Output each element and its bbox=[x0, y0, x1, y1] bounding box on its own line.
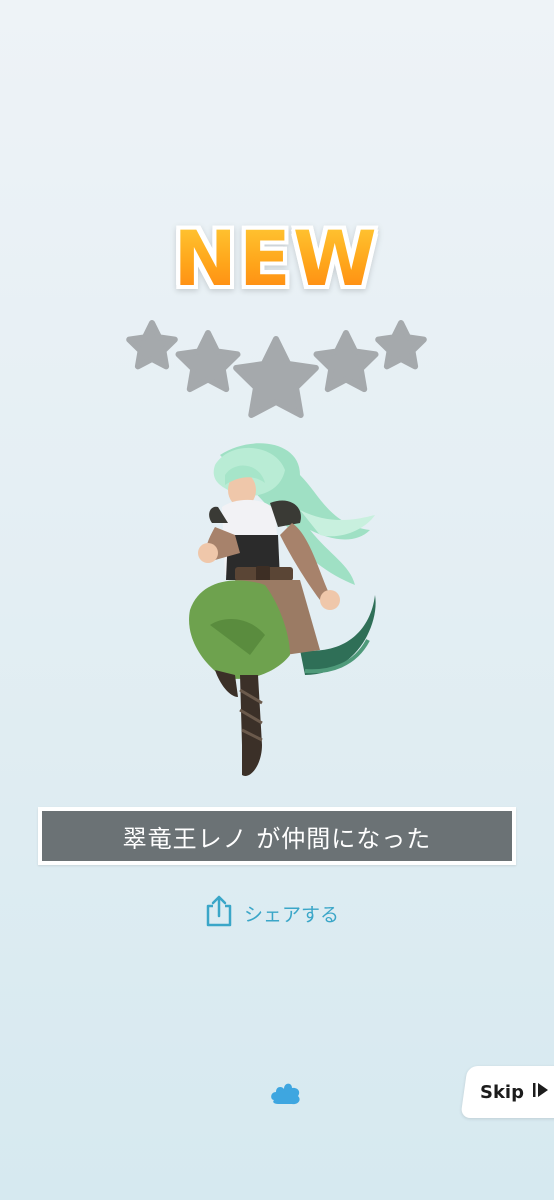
rarity-star-1 bbox=[126, 320, 178, 370]
cloud-mascot-icon bbox=[271, 1083, 300, 1105]
skip-play-icon bbox=[532, 1081, 550, 1103]
rarity-star-5 bbox=[375, 320, 427, 370]
rarity-stars bbox=[126, 320, 427, 418]
acquisition-banner: 翠竜王レノ が仲間になった bbox=[38, 807, 516, 865]
skip-label: Skip bbox=[480, 1081, 524, 1103]
skip-button[interactable]: Skip bbox=[460, 1066, 554, 1118]
rarity-star-3 bbox=[233, 336, 319, 418]
character-illustration bbox=[189, 443, 376, 776]
share-button[interactable]: シェアする bbox=[204, 893, 339, 933]
share-label: シェアする bbox=[244, 903, 340, 926]
rarity-star-2 bbox=[175, 330, 241, 393]
acquisition-message: 翠竜王レノ が仲間になった bbox=[42, 811, 512, 861]
share-icon bbox=[204, 894, 234, 932]
rarity-star-4 bbox=[313, 330, 379, 393]
